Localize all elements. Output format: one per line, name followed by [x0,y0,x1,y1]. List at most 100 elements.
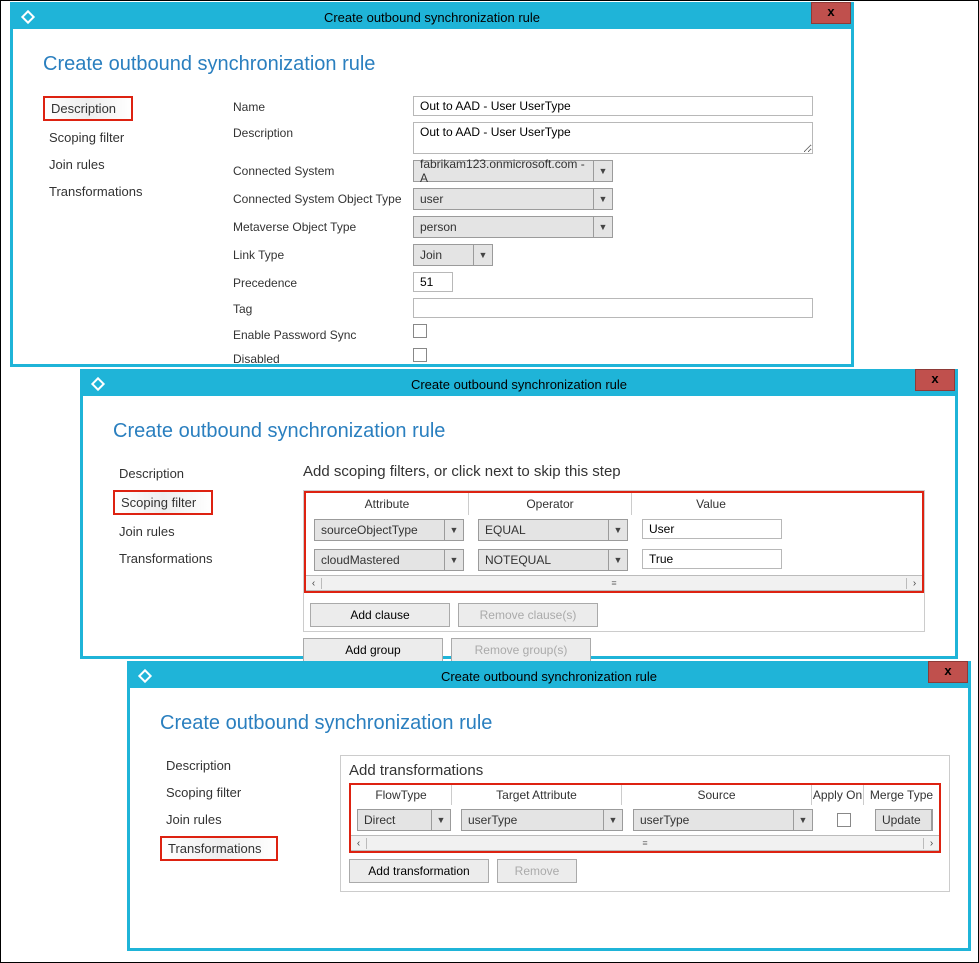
dropdown-text: user [414,189,594,209]
close-button[interactable]: x [928,661,968,683]
dropdown-text: NOTEQUAL [479,550,609,570]
sidebar-item-description[interactable]: Description [160,755,310,776]
sidebar-item-description[interactable]: Description [43,96,133,121]
sidebar-item-scoping[interactable]: Scoping filter [160,782,310,803]
horizontal-scrollbar[interactable]: ‹ ≡ › [306,575,922,591]
dropdown-target-attr[interactable]: userType▼ [461,809,623,831]
add-group-button[interactable]: Add group [303,638,443,662]
sidebar-item-label: Scoping filter [121,495,196,510]
sidebar-item-label: Description [119,466,184,481]
checkbox-apply-once[interactable] [837,813,851,827]
dropdown-text: cloudMastered [315,550,445,570]
sidebar-item-label: Join rules [119,524,175,539]
dropdown-flowtype[interactable]: Direct▼ [357,809,451,831]
transformations-heading: Add transformations [349,762,941,779]
label-precedence: Precedence [233,272,413,290]
sidebar-item-join[interactable]: Join rules [43,154,193,175]
col-attribute: Attribute [306,493,469,515]
input-precedence[interactable] [413,272,453,292]
chevron-down-icon: ▼ [604,815,622,825]
checkbox-pwd-sync[interactable] [413,324,427,338]
dropdown-text: fabrikam123.onmicrosoft.com - A [414,161,594,181]
add-transformation-button[interactable]: Add transformation [349,859,489,883]
sidebar: Description Scoping filter Join rules Tr… [160,755,310,892]
sidebar-item-label: Join rules [166,812,222,827]
chevron-down-icon: ▼ [594,166,612,176]
titlebar[interactable]: Create outbound synchronization rule x [130,664,968,688]
page-title: Create outbound synchronization rule [43,53,821,76]
titlebar[interactable]: Create outbound synchronization rule x [83,372,955,396]
input-name[interactable] [413,96,813,116]
sidebar-item-label: Scoping filter [49,130,124,145]
label-link-type: Link Type [233,244,413,262]
close-button[interactable]: x [915,369,955,391]
label-pwd-sync: Enable Password Sync [233,324,413,342]
dropdown-link-type[interactable]: Join ▼ [413,244,493,266]
scroll-left-icon[interactable]: ‹ [306,578,322,589]
dropdown-text: userType [634,810,794,830]
window-transformations: Create outbound synchronization rule x C… [127,661,971,951]
sidebar-item-transformations[interactable]: Transformations [43,181,193,202]
window-description: Create outbound synchronization rule x C… [10,2,854,367]
label-disabled: Disabled [233,348,413,366]
chevron-down-icon: ▼ [432,815,450,825]
filter-row: cloudMastered▼ NOTEQUAL▼ [306,545,922,575]
col-operator: Operator [469,493,632,515]
window-title: Create outbound synchronization rule [83,377,955,392]
window-title: Create outbound synchronization rule [13,10,851,25]
sidebar-item-join[interactable]: Join rules [113,521,263,542]
scroll-right-icon[interactable]: › [923,838,939,849]
sidebar-item-transformations[interactable]: Transformations [160,836,278,861]
checkbox-disabled[interactable] [413,348,427,362]
sidebar: Description Scoping filter Join rules Tr… [113,463,263,662]
remove-group-button[interactable]: Remove group(s) [451,638,591,662]
label-cs-obj-type: Connected System Object Type [233,188,413,206]
chevron-down-icon: ▼ [609,525,627,535]
label-connected-system: Connected System [233,160,413,178]
dropdown-cs-obj-type[interactable]: user ▼ [413,188,613,210]
input-value[interactable] [642,519,782,539]
window-title: Create outbound synchronization rule [130,669,968,684]
chevron-down-icon: ▼ [445,525,463,535]
input-tag[interactable] [413,298,813,318]
dropdown-mv-obj-type[interactable]: person ▼ [413,216,613,238]
label-tag: Tag [233,298,413,316]
dropdown-source[interactable]: userType▼ [633,809,813,831]
col-flowtype: FlowType [351,785,451,805]
chevron-down-icon: ▼ [445,555,463,565]
add-clause-button[interactable]: Add clause [310,603,450,627]
dropdown-text: userType [462,810,604,830]
close-button[interactable]: x [811,2,851,24]
scroll-track[interactable]: ≡ [322,578,906,588]
scroll-left-icon[interactable]: ‹ [351,838,367,849]
sidebar-item-transformations[interactable]: Transformations [113,548,263,569]
horizontal-scrollbar[interactable]: ‹ ≡ › [351,835,939,851]
input-value[interactable] [642,549,782,569]
input-description[interactable] [413,122,813,154]
sidebar-item-join[interactable]: Join rules [160,809,310,830]
sidebar-item-scoping[interactable]: Scoping filter [43,127,193,148]
remove-clause-button[interactable]: Remove clause(s) [458,603,598,627]
dropdown-merge-type[interactable]: Update [875,809,933,831]
dropdown-text: Join [414,245,474,265]
dropdown-operator[interactable]: NOTEQUAL▼ [478,549,628,571]
dropdown-operator[interactable]: EQUAL▼ [478,519,628,541]
dropdown-text: Direct [358,810,432,830]
window-scoping: Create outbound synchronization rule x C… [80,369,958,659]
titlebar[interactable]: Create outbound synchronization rule x [13,5,851,29]
sidebar-item-description[interactable]: Description [113,463,263,484]
sidebar-item-scoping[interactable]: Scoping filter [113,490,213,515]
dropdown-connected-system[interactable]: fabrikam123.onmicrosoft.com - A ▼ [413,160,613,182]
dropdown-attribute[interactable]: cloudMastered▼ [314,549,464,571]
chevron-down-icon: ▼ [474,250,492,260]
dropdown-attribute[interactable]: sourceObjectType▼ [314,519,464,541]
sidebar-item-label: Transformations [119,551,212,566]
remove-transformation-button[interactable]: Remove [497,859,577,883]
scroll-right-icon[interactable]: › [906,578,922,589]
scroll-track[interactable]: ≡ [367,838,923,848]
label-name: Name [233,96,413,114]
chevron-down-icon: ▼ [594,222,612,232]
chevron-down-icon: ▼ [794,815,812,825]
label-description: Description [233,122,413,140]
chevron-down-icon: ▼ [609,555,627,565]
